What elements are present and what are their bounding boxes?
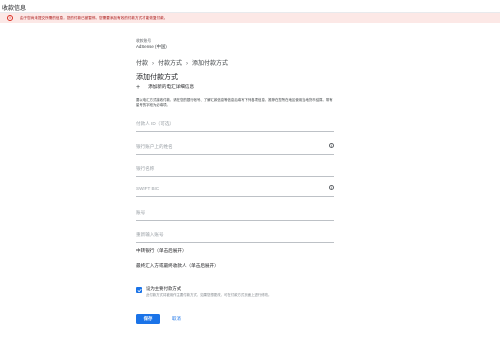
error-icon: !: [7, 14, 13, 21]
confirm-account-number-placeholder: 重新输入账号: [136, 232, 164, 237]
bank-name-field[interactable]: 银行名称: [136, 165, 336, 177]
chevron-right-icon: ›: [186, 61, 189, 67]
swift-bic-field[interactable]: SWIFT BIC i: [136, 185, 336, 197]
field-underline: [136, 196, 334, 197]
bank-name-placeholder: 银行名称: [136, 166, 155, 171]
field-underline: [136, 154, 334, 155]
field-underline: [136, 242, 334, 243]
add-wire-details-label: 添加新的电汇详细信息: [148, 84, 195, 89]
section-title: 添加付款方式: [136, 74, 178, 81]
account-value: AdSense (中国): [136, 44, 167, 49]
payee-id-placeholder: 付款人 ID（可选）: [136, 121, 175, 126]
breadcrumb-item-payments[interactable]: 付款: [136, 61, 148, 67]
payee-id-field[interactable]: 付款人 ID（可选）: [136, 120, 336, 132]
confirm-account-number-field[interactable]: 重新输入账号: [136, 231, 336, 243]
info-icon[interactable]: i: [329, 143, 334, 148]
primary-method-help: 此付款方式将被用作主要付款方式，如果您想更改，可在付款方式页面上进行修改。: [146, 293, 272, 297]
account-number-field[interactable]: 账号: [136, 209, 336, 221]
swift-bic-placeholder: SWIFT BIC: [136, 186, 160, 191]
cancel-button[interactable]: 取消: [168, 314, 185, 324]
add-wire-details-button[interactable]: + 添加新的电汇详细信息: [136, 84, 194, 91]
alert-banner: ! 由于您尚未提交所需的信息，您的付款已被暂停。您需要添加有效的付款方式才能恢复…: [0, 13, 500, 23]
account-holder-name-placeholder: 银行账户上的姓名: [136, 144, 173, 149]
account-holder-name-field[interactable]: 银行账户上的姓名 i: [136, 143, 336, 155]
alert-text: 由于您尚未提交所需的信息，您的付款已被暂停。您需要添加有效的付款方式才能恢复付款…: [20, 15, 168, 20]
breadcrumb-item-add-method: 添加付款方式: [192, 61, 229, 67]
check-icon: [137, 288, 141, 292]
field-underline: [136, 131, 334, 132]
intermediary-bank-toggle[interactable]: 中转银行（单击后展开）: [136, 248, 187, 254]
field-underline: [136, 220, 334, 221]
plus-icon: +: [136, 84, 141, 91]
primary-method-checkbox[interactable]: [136, 287, 142, 293]
breadcrumb: 付款 › 付款方式 › 添加付款方式: [136, 58, 228, 67]
field-underline: [136, 176, 334, 177]
save-button[interactable]: 保存: [136, 314, 160, 324]
info-icon[interactable]: i: [329, 185, 334, 190]
beneficiary-toggle[interactable]: 最终汇入方或最终收款人（单击后展开）: [136, 263, 219, 269]
description-text: 要以电汇方式接收付款，请在您的银行帐号、了解汇款信息等信息后填写下列各项信息，推…: [136, 98, 333, 108]
account-number-placeholder: 账号: [136, 210, 146, 215]
chevron-right-icon: ›: [152, 61, 155, 67]
breadcrumb-item-payment-methods[interactable]: 付款方式: [158, 61, 182, 67]
page-title: 收款信息: [2, 6, 27, 12]
